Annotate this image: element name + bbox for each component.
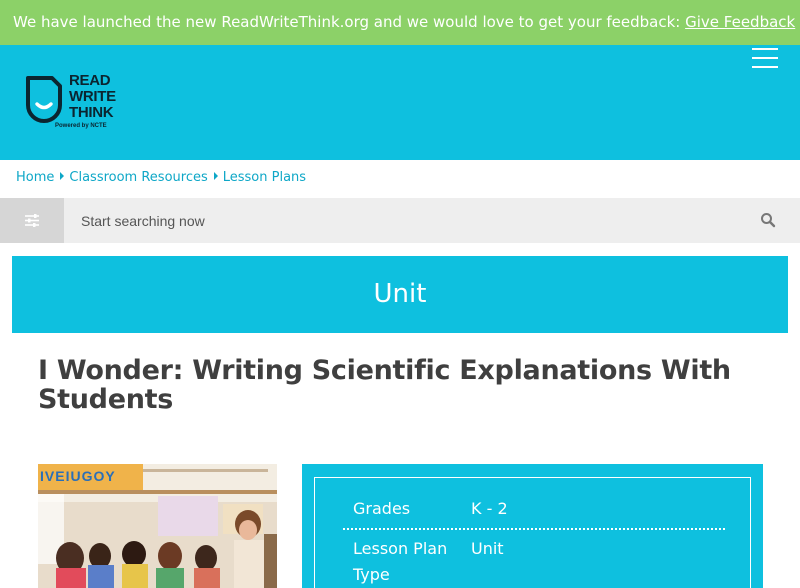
breadcrumb-classroom-resources[interactable]: Classroom Resources — [69, 170, 207, 185]
classroom-banner-letters: IVEIUGOY — [40, 468, 116, 484]
search-bar — [0, 198, 800, 243]
chevron-right-icon — [60, 172, 65, 180]
detail-value: K - 2 — [471, 499, 508, 518]
detail-label: Grades — [353, 499, 411, 518]
feedback-banner: We have launched the new ReadWriteThink.… — [0, 0, 800, 45]
resource-type-banner: Unit — [12, 256, 788, 333]
site-header: READ WRITE THINK Powered by NCTE — [0, 45, 800, 160]
logo-read: READ — [69, 72, 111, 89]
logo-page-icon — [26, 76, 62, 123]
search-input[interactable] — [70, 198, 740, 243]
feedback-banner-text: We have launched the new ReadWriteThink.… — [13, 13, 686, 31]
detail-label: Lesson Plan Type — [353, 539, 448, 584]
filter-button[interactable] — [0, 198, 64, 243]
search-icon[interactable] — [760, 212, 776, 228]
lesson-image: IVEIUGOY — [38, 464, 277, 588]
sliders-icon — [25, 214, 39, 227]
breadcrumb-home[interactable]: Home — [16, 170, 54, 185]
logo-think: THINK — [69, 104, 114, 121]
detail-divider — [343, 528, 725, 530]
lesson-details-box: Grades K - 2 Lesson Plan Type Unit — [314, 477, 751, 588]
breadcrumb-lesson-plans[interactable]: Lesson Plans — [223, 170, 306, 185]
hamburger-menu-icon[interactable] — [752, 48, 778, 68]
chevron-right-icon — [213, 172, 218, 180]
detail-value: Unit — [471, 539, 504, 558]
logo-wordmark: READ WRITE THINK — [69, 73, 116, 121]
readwritethink-logo[interactable]: READ WRITE THINK Powered by NCTE — [24, 73, 124, 135]
page-title: I Wonder: Writing Scientific Explanation… — [38, 355, 731, 415]
logo-write: WRITE — [69, 88, 116, 105]
breadcrumb: Home Classroom Resources Lesson Plans — [16, 170, 306, 188]
logo-subtitle: Powered by NCTE — [55, 123, 107, 129]
lesson-details-panel: Grades K - 2 Lesson Plan Type Unit — [302, 464, 763, 588]
give-feedback-link[interactable]: Give Feedback — [685, 13, 795, 31]
